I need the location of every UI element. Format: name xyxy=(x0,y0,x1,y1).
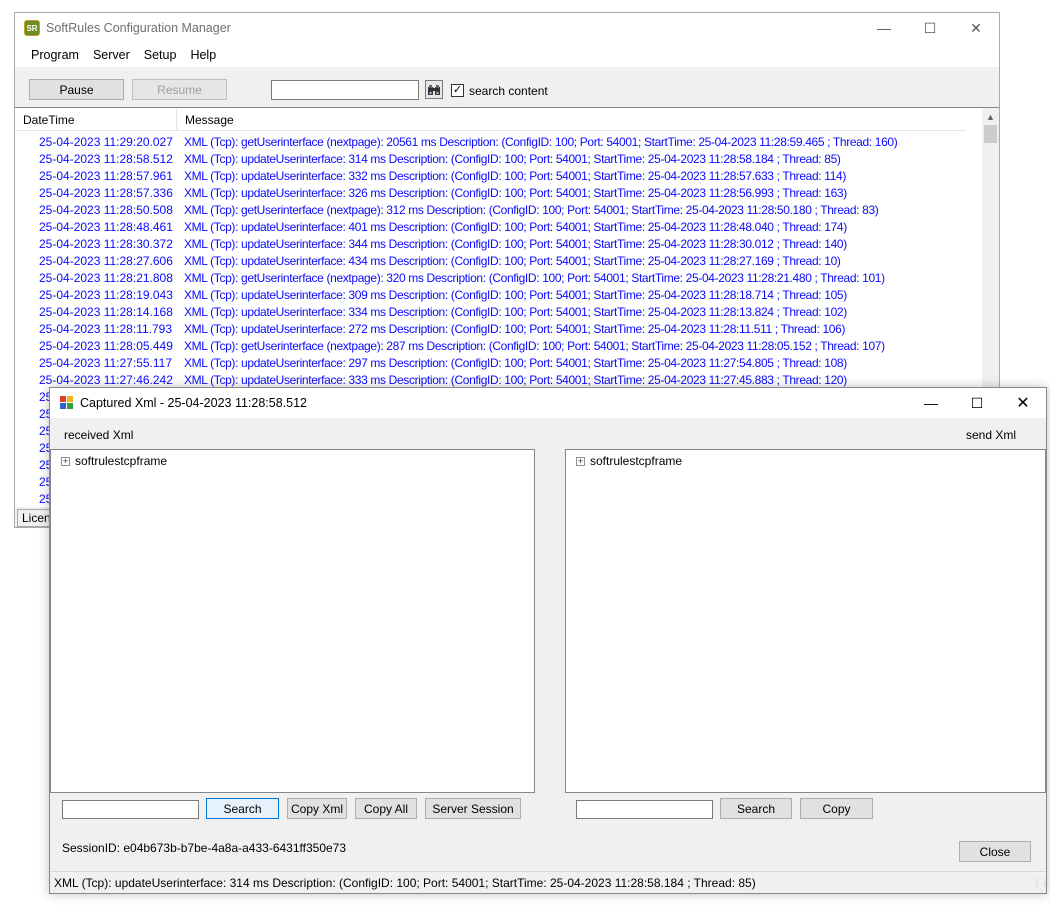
log-datetime: 25-04-2023 11:28:11.793 xyxy=(39,321,173,336)
search-button[interactable]: Search xyxy=(206,798,279,819)
window-title: SoftRules Configuration Manager xyxy=(46,21,231,35)
expand-icon[interactable]: + xyxy=(61,456,70,466)
received-xml-label: received Xml xyxy=(64,428,134,442)
app-icon: SR xyxy=(24,20,40,36)
log-row[interactable]: 25-04-2023 11:28:19.043 XML (Tcp): update… xyxy=(15,286,966,303)
menu-setup[interactable]: Setup xyxy=(137,48,184,62)
log-row[interactable]: 25-04-2023 11:28:57.961 XML (Tcp): update… xyxy=(15,167,966,184)
log-message: XML (Tcp): updateUserinterface: 434 ms D… xyxy=(184,253,841,268)
resize-grip-icon[interactable]: ⋮⋮ xyxy=(1033,879,1049,890)
log-row[interactable]: 25-04-2023 11:28:27.606 XML (Tcp): update… xyxy=(15,252,966,269)
scroll-thumb[interactable] xyxy=(984,125,997,143)
search-content-label: search content xyxy=(469,84,548,98)
tree-node[interactable]: + softrulestcpframe xyxy=(61,454,167,468)
expand-icon[interactable]: + xyxy=(576,456,585,466)
log-message: XML (Tcp): updateUserinterface: 314 ms D… xyxy=(184,151,841,166)
search-content-checkbox[interactable]: ✓ xyxy=(451,84,464,97)
send-xml-label: send Xml xyxy=(965,428,1016,442)
log-datetime: 25-04-2023 11:27:55.117 xyxy=(39,355,173,370)
copy-xml-button[interactable]: Copy Xml xyxy=(287,798,347,819)
maximize-icon[interactable]: ☐ xyxy=(954,388,1000,418)
log-row[interactable]: 25-04-2023 11:28:57.336 XML (Tcp): update… xyxy=(15,184,966,201)
log-datetime: 25-04-2023 11:28:48.461 xyxy=(39,219,173,234)
log-datetime: 25-04-2023 11:28:19.043 xyxy=(39,287,173,302)
close-icon[interactable]: ✕ xyxy=(1000,388,1046,418)
captured-xml-dialog: Captured Xml - 25-04-2023 11:28:58.512 —… xyxy=(49,387,1049,894)
log-row[interactable]: 25-04-2023 11:28:11.793 XML (Tcp): update… xyxy=(15,320,966,337)
status-text: XML (Tcp): updateUserinterface: 314 ms D… xyxy=(54,875,756,890)
dialog-title-bar: Captured Xml - 25-04-2023 11:28:58.512 —… xyxy=(50,388,1046,418)
column-datetime[interactable]: DateTime xyxy=(15,108,177,131)
menu-server[interactable]: Server xyxy=(86,48,137,62)
dialog-title: Captured Xml - 25-04-2023 11:28:58.512 xyxy=(80,396,308,410)
send-xml-tree[interactable]: + softrulestcpframe xyxy=(565,449,1046,793)
log-datetime: 25-04-2023 11:28:57.336 xyxy=(39,185,173,200)
maximize-icon[interactable]: ☐ xyxy=(907,13,953,43)
log-message: XML (Tcp): updateUserinterface: 297 ms D… xyxy=(184,355,847,370)
log-message: XML (Tcp): getUserinterface (nextpage): … xyxy=(184,270,885,285)
pause-button[interactable]: Pause xyxy=(29,79,124,100)
log-message: XML (Tcp): getUserinterface (nextpage): … xyxy=(184,338,885,353)
log-datetime: 25-04-2023 11:28:50.508 xyxy=(39,202,173,217)
column-message[interactable]: Message xyxy=(177,108,965,131)
tree-node-label: softrulestcpframe xyxy=(590,454,683,468)
toolbar: Pause Resume ✓ search content xyxy=(15,67,999,107)
received-xml-tree[interactable]: + softrulestcpframe xyxy=(50,449,535,793)
log-datetime: 25-04-2023 11:28:57.961 xyxy=(39,168,173,183)
minimize-icon[interactable]: — xyxy=(908,388,954,418)
log-datetime: 25-04-2023 11:29:20.027 xyxy=(39,134,173,149)
scroll-up-icon[interactable]: ▲ xyxy=(982,108,999,125)
log-datetime: 25-04-2023 11:28:21.808 xyxy=(39,270,173,285)
log-message: XML (Tcp): updateUserinterface: 333 ms D… xyxy=(184,372,847,387)
search-right-button[interactable]: Search xyxy=(720,798,792,819)
log-row[interactable]: 25-04-2023 11:28:21.808 XML (Tcp): getUse… xyxy=(15,269,966,286)
dialog-app-icon xyxy=(60,396,74,410)
log-row[interactable]: 25-04-2023 11:27:46.242 XML (Tcp): update… xyxy=(15,371,966,388)
binoculars-icon[interactable] xyxy=(425,80,443,99)
log-message: XML (Tcp): updateUserinterface: 401 ms D… xyxy=(184,219,847,234)
received-search-input[interactable] xyxy=(62,800,199,819)
log-search-input[interactable] xyxy=(271,80,419,100)
log-message: XML (Tcp): updateUserinterface: 272 ms D… xyxy=(184,321,846,336)
log-message: XML (Tcp): updateUserinterface: 334 ms D… xyxy=(184,304,847,319)
log-datetime: 25-04-2023 11:28:30.372 xyxy=(39,236,173,251)
log-row[interactable]: 25-04-2023 11:28:05.449 XML (Tcp): getUse… xyxy=(15,337,966,354)
minimize-icon[interactable]: — xyxy=(861,13,907,43)
menu-bar: Program Server Setup Help xyxy=(15,43,999,67)
log-message: XML (Tcp): getUserinterface (nextpage): … xyxy=(184,202,879,217)
close-icon[interactable]: ✕ xyxy=(953,13,999,43)
log-message: XML (Tcp): updateUserinterface: 344 ms D… xyxy=(184,236,847,251)
log-row[interactable]: 25-04-2023 11:28:58.512 XML (Tcp): update… xyxy=(15,150,966,167)
log-row[interactable]: 25-04-2023 11:28:30.372 XML (Tcp): update… xyxy=(15,235,966,252)
menu-program[interactable]: Program xyxy=(24,48,86,62)
log-message: XML (Tcp): updateUserinterface: 332 ms D… xyxy=(184,168,846,183)
log-row[interactable]: 25-04-2023 11:28:50.508 XML (Tcp): getUse… xyxy=(15,201,966,218)
title-bar: SR SoftRules Configuration Manager — ☐ ✕ xyxy=(15,13,999,43)
send-search-input[interactable] xyxy=(576,800,713,819)
log-datetime: 25-04-2023 11:28:14.168 xyxy=(39,304,173,319)
copy-all-button[interactable]: Copy All xyxy=(355,798,417,819)
menu-help[interactable]: Help xyxy=(183,48,223,62)
close-button[interactable]: Close xyxy=(959,841,1031,862)
resume-button[interactable]: Resume xyxy=(132,79,227,100)
log-datetime: 25-04-2023 11:27:46.242 xyxy=(39,372,173,387)
log-message: XML (Tcp): updateUserinterface: 309 ms D… xyxy=(184,287,847,302)
log-datetime: 25-04-2023 11:28:58.512 xyxy=(39,151,173,166)
log-list-header: DateTime Message xyxy=(15,108,966,131)
log-datetime: 25-04-2023 11:28:27.606 xyxy=(39,253,173,268)
tree-node-label: softrulestcpframe xyxy=(75,454,168,468)
log-datetime: 25-04-2023 11:28:05.449 xyxy=(39,338,173,353)
server-session-button[interactable]: Server Session xyxy=(425,798,521,819)
session-id: SessionID: e04b673b-b7be-4a8a-a433-6431f… xyxy=(62,841,347,855)
log-row[interactable]: 25-04-2023 11:28:48.461 XML (Tcp): update… xyxy=(15,218,966,235)
log-message: XML (Tcp): updateUserinterface: 326 ms D… xyxy=(184,185,847,200)
copy-button[interactable]: Copy xyxy=(800,798,873,819)
status-bar: XML (Tcp): updateUserinterface: 314 ms D… xyxy=(50,871,1049,893)
log-row[interactable]: 25-04-2023 11:28:14.168 XML (Tcp): update… xyxy=(15,303,966,320)
log-message: XML (Tcp): getUserinterface (nextpage): … xyxy=(184,134,898,149)
log-row[interactable]: 25-04-2023 11:29:20.027 XML (Tcp): getUse… xyxy=(15,133,966,150)
tree-node[interactable]: + softrulestcpframe xyxy=(576,454,682,468)
log-row[interactable]: 25-04-2023 11:27:55.117 XML (Tcp): update… xyxy=(15,354,966,371)
